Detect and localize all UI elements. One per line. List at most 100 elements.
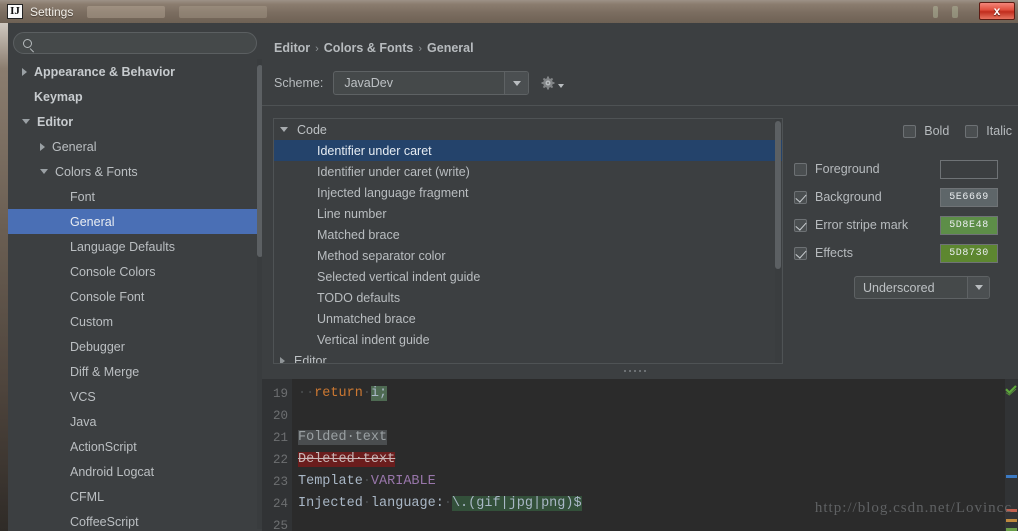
line-text: ··return·i; xyxy=(298,383,388,405)
attribute-group-row[interactable]: Editor xyxy=(274,350,782,363)
attribute-row[interactable]: Identifier under caret xyxy=(274,140,782,161)
stripe-mark[interactable] xyxy=(1006,519,1017,522)
color-swatch[interactable]: 5D8730 xyxy=(940,243,998,263)
search-box[interactable] xyxy=(13,32,257,54)
color-swatch[interactable] xyxy=(940,159,998,179)
attribute-row[interactable]: Vertical indent guide xyxy=(274,329,782,350)
stripe-mark[interactable] xyxy=(1006,509,1017,512)
sidebar-item-diff-merge[interactable]: Diff & Merge xyxy=(8,359,262,384)
sidebar-item-general[interactable]: General xyxy=(8,209,262,234)
sidebar-item-debugger[interactable]: Debugger xyxy=(8,334,262,359)
search-input[interactable] xyxy=(38,35,256,51)
attribute-row[interactable]: TODO defaults xyxy=(274,287,782,308)
attribute-toggle[interactable]: Error stripe mark xyxy=(794,218,940,232)
sidebar-item-editor[interactable]: Editor xyxy=(8,109,262,134)
breadcrumb-item[interactable]: General xyxy=(427,41,474,55)
line-text: Deleted·text xyxy=(298,449,396,471)
attributes-scrollbar[interactable] xyxy=(775,119,781,363)
preview-line: 20 xyxy=(262,405,1018,427)
bold-checkbox-wrap[interactable]: Bold xyxy=(903,124,949,138)
attribute-row[interactable]: Method separator color xyxy=(274,245,782,266)
chevron-down-icon[interactable] xyxy=(40,169,48,174)
preview-error-stripe-gutter[interactable] xyxy=(1005,379,1018,531)
color-attributes-list[interactable]: Code Identifier under caret Identifier und… xyxy=(273,118,783,364)
line-number: 19 xyxy=(272,387,288,401)
error-stripe-mark-checkbox[interactable] xyxy=(794,218,807,232)
sidebar-item-keymap[interactable]: Keymap xyxy=(8,84,262,109)
sidebar-item-vcs[interactable]: VCS xyxy=(8,384,262,409)
sidebar-item-label: Language Defaults xyxy=(70,239,175,254)
color-swatch[interactable]: 5D8E48 xyxy=(940,215,998,235)
sidebar-item-custom[interactable]: Custom xyxy=(8,309,262,334)
splitter-grip[interactable] xyxy=(624,370,646,373)
sidebar-item-actionscript[interactable]: ActionScript xyxy=(8,434,262,459)
line-number: 24 xyxy=(272,497,288,511)
sidebar-item-label: Editor xyxy=(37,114,74,129)
attribute-group-row[interactable]: Code xyxy=(274,119,782,140)
attribute-row[interactable]: Selected vertical indent guide xyxy=(274,266,782,287)
sidebar-item-label: CFML xyxy=(70,489,105,504)
scheme-settings-button[interactable] xyxy=(541,76,565,90)
sidebar-item-label: Appearance & Behavior xyxy=(34,64,176,79)
background-checkbox[interactable] xyxy=(794,190,807,204)
taskbar-ghost-item-3 xyxy=(933,5,938,18)
italic-checkbox-wrap[interactable]: Italic xyxy=(965,124,1012,138)
attribute-row[interactable]: Line number xyxy=(274,203,782,224)
chevron-right-icon[interactable] xyxy=(40,142,45,151)
sidebar-item-console-colors[interactable]: Console Colors xyxy=(8,259,262,284)
code-span: Injected xyxy=(298,496,363,511)
sidebar-item-coffeescript[interactable]: CoffeeScript xyxy=(8,509,262,531)
chevron-down-icon xyxy=(558,83,565,88)
attribute-toggle[interactable]: Background xyxy=(794,190,940,204)
breadcrumb: Editor › Colors & Fonts › General xyxy=(274,41,474,55)
scheme-dropdown-button[interactable] xyxy=(504,72,529,94)
attribute-label: Identifier under caret (write) xyxy=(317,164,470,179)
breadcrumb-item[interactable]: Editor xyxy=(274,41,310,55)
settings-window: IJ Settings x Appearance & Behavior Keyma… xyxy=(0,0,1018,531)
code-preview[interactable]: 19 ··return·i; 20 21 Folded·text 22 Deleted·te… xyxy=(262,379,1018,531)
sidebar-item-cfml[interactable]: CFML xyxy=(8,484,262,509)
scheme-combo[interactable]: JavaDev xyxy=(333,71,530,95)
settings-content: Editor › Colors & Fonts › General Scheme: Ja… xyxy=(262,23,1018,531)
preview-line: 21 Folded·text xyxy=(262,427,1018,449)
attribute-row[interactable]: Unmatched brace xyxy=(274,308,782,329)
line-number: 21 xyxy=(272,431,288,445)
attributes-scrollbar-thumb[interactable] xyxy=(775,121,781,269)
effects-checkbox[interactable] xyxy=(794,246,807,260)
attribute-toggle[interactable]: Foreground xyxy=(794,162,940,176)
preview-splitter[interactable] xyxy=(262,365,1018,379)
attribute-row[interactable]: Injected language fragment xyxy=(274,182,782,203)
preview-code: 19 ··return·i; 20 21 Folded·text 22 Deleted·te… xyxy=(262,383,1018,531)
chevron-down-icon[interactable] xyxy=(280,127,288,132)
sidebar-item-general[interactable]: General xyxy=(8,134,262,159)
effect-type-combo[interactable]: Underscored xyxy=(854,276,990,299)
title-bar: IJ Settings x xyxy=(0,0,1018,23)
sidebar-item-colors-fonts[interactable]: Colors & Fonts xyxy=(8,159,262,184)
attribute-toggle[interactable]: Effects xyxy=(794,246,940,260)
sidebar-item-language-defaults[interactable]: Language Defaults xyxy=(8,234,262,259)
sidebar-item-android-logcat[interactable]: Android Logcat xyxy=(8,459,262,484)
italic-checkbox[interactable] xyxy=(965,124,979,138)
sidebar-item-console-font[interactable]: Console Font xyxy=(8,284,262,309)
line-text: Injected·language:·\.(gif|jpg|png)$ xyxy=(298,493,582,515)
breadcrumb-item[interactable]: Colors & Fonts xyxy=(324,41,414,55)
chevron-down-icon xyxy=(974,285,983,290)
foreground-checkbox[interactable] xyxy=(794,162,807,176)
chevron-right-icon[interactable] xyxy=(22,67,27,76)
sidebar-item-label: Android Logcat xyxy=(70,464,155,479)
chevron-down-icon[interactable] xyxy=(22,119,30,124)
sidebar-item-appearance-behavior[interactable]: Appearance & Behavior xyxy=(8,59,262,84)
color-swatch[interactable]: 5E6669 xyxy=(940,187,998,207)
attribute-row[interactable]: Identifier under caret (write) xyxy=(274,161,782,182)
bold-checkbox[interactable] xyxy=(903,124,917,138)
attribute-color-label: Background xyxy=(815,190,882,204)
stripe-mark[interactable] xyxy=(1006,475,1017,478)
sidebar-item-java[interactable]: Java xyxy=(8,409,262,434)
chevron-right-icon[interactable] xyxy=(280,356,285,363)
close-button[interactable]: x xyxy=(979,2,1015,20)
preview-line: 24 Injected·language:·\.(gif|jpg|png)$ xyxy=(262,493,1018,515)
sidebar-item-font[interactable]: Font xyxy=(8,184,262,209)
effect-type-dropdown-button[interactable] xyxy=(967,277,989,298)
attribute-color-row: Background 5E6669 xyxy=(794,183,1018,211)
attribute-row[interactable]: Matched brace xyxy=(274,224,782,245)
